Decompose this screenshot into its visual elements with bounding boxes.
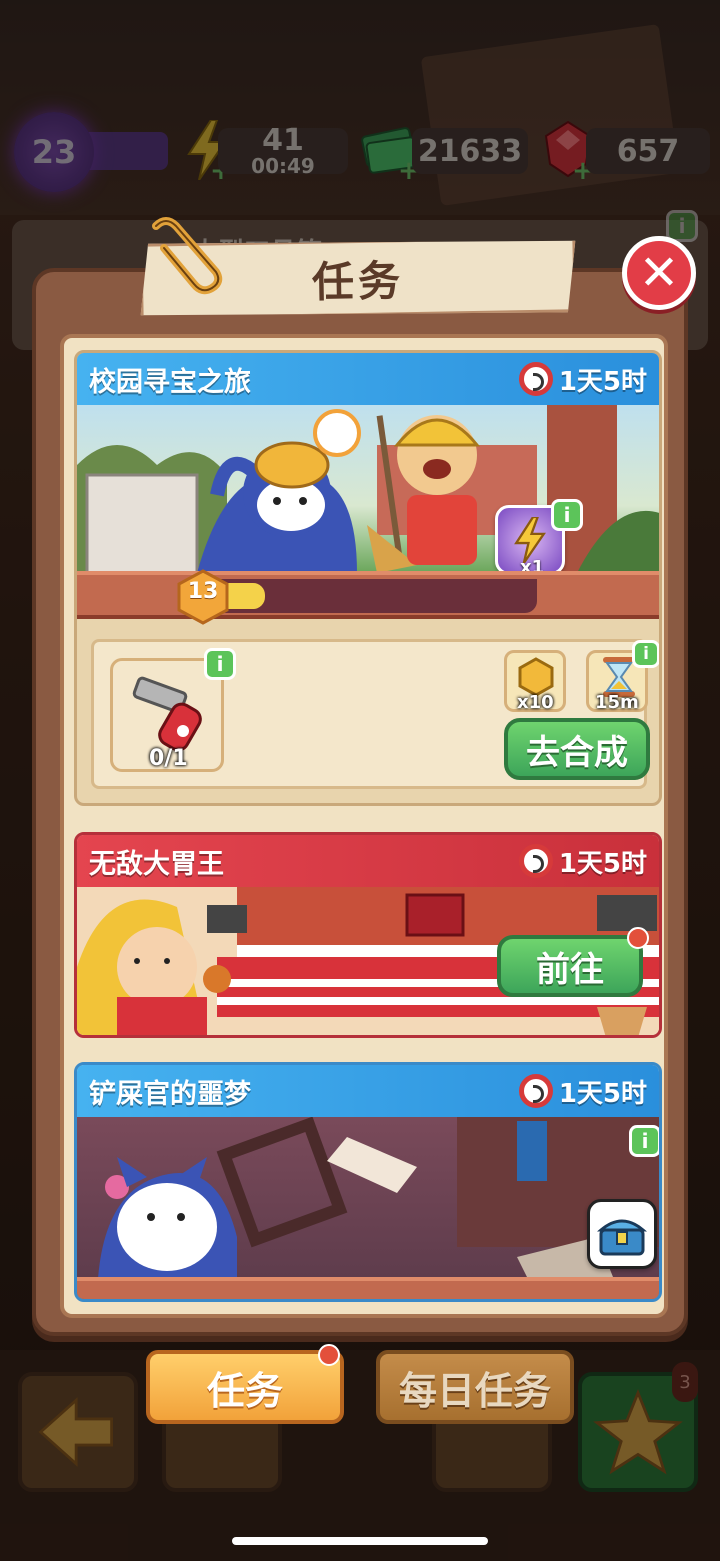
clock-icon	[518, 362, 553, 396]
paperclip-icon	[152, 217, 223, 295]
quest-art: x1 i	[77, 405, 659, 573]
quest-timer: 1天5时	[518, 361, 647, 398]
quest-card: 无敌大胃王 1天5时 前往	[74, 832, 662, 1038]
chest-reward-bubble[interactable]	[587, 1199, 657, 1269]
close-button[interactable]: ✕	[622, 236, 696, 310]
quest-progress-bar	[197, 579, 537, 613]
clock-icon	[518, 1074, 553, 1108]
go-button[interactable]: 前往	[497, 935, 643, 997]
coin-icon	[518, 657, 554, 697]
timer-text: 1天5时	[558, 848, 647, 879]
quest-requirement-panel: 0/1 i x10 15m i 去合成	[91, 639, 659, 789]
timer-text: 1天5时	[558, 366, 647, 397]
merge-button[interactable]: 去合成	[504, 718, 650, 780]
tab-daily-tasks-label: 每日任务	[398, 1368, 551, 1413]
quest-title: 校园寻宝之旅	[89, 366, 251, 398]
tasks-list[interactable]: 校园寻宝之旅 1天5时 x1 i 13 0/1 i x10 15m i 去合成 …	[60, 334, 668, 1318]
tab-tasks[interactable]: 任务	[146, 1350, 344, 1424]
tab-daily-tasks[interactable]: 每日任务	[376, 1350, 574, 1424]
hourglass-info-icon[interactable]: i	[632, 640, 659, 668]
notification-dot	[627, 927, 649, 949]
coin-reward-amount: x10	[517, 692, 554, 713]
tasks-modal: 校园寻宝之旅 1天5时 x1 i 13 0/1 i x10 15m i 去合成 …	[32, 268, 688, 1336]
requirement-info-icon[interactable]: i	[204, 648, 236, 680]
close-icon: ✕	[638, 245, 680, 301]
reward-info-icon[interactable]: i	[629, 1125, 659, 1157]
home-indicator[interactable]	[232, 1537, 488, 1545]
quest-art: i	[77, 1117, 659, 1299]
clock-icon	[518, 844, 553, 878]
requirement-progress: 0/1	[149, 746, 188, 771]
reward-info-icon[interactable]: i	[551, 499, 583, 531]
quest-card: 校园寻宝之旅 1天5时 x1 i 13 0/1 i x10 15m i 去合成	[74, 350, 662, 806]
quest-card: 铲屎官的噩梦 1天5时 i	[74, 1062, 662, 1302]
quest-art: 前往	[77, 887, 659, 1035]
quest-header: 铲屎官的噩梦 1天5时	[77, 1065, 659, 1117]
tab-notification-dot	[318, 1344, 340, 1366]
quest-timer: 1天5时	[518, 1073, 647, 1110]
quest-shelf	[77, 1277, 659, 1299]
quest-level: 13	[187, 579, 219, 604]
go-button-label: 前往	[536, 949, 604, 990]
quest-scene-illustration	[77, 405, 659, 573]
quest-title: 铲屎官的噩梦	[89, 1078, 251, 1110]
quest-header: 无敌大胃王 1天5时	[77, 835, 659, 887]
coin-reward[interactable]: x10	[504, 650, 566, 713]
messy-room-illustration	[97, 1117, 659, 1299]
tab-tasks-label: 任务	[206, 1368, 283, 1413]
quest-timer: 1天5时	[518, 843, 647, 880]
hourglass-reward-amount: 15m	[595, 692, 639, 713]
treasure-chest-icon	[597, 1219, 647, 1256]
quest-header: 校园寻宝之旅 1天5时	[77, 353, 659, 405]
quest-title: 无敌大胃王	[89, 848, 224, 880]
timer-text: 1天5时	[558, 1078, 647, 1109]
modal-title: 任务	[311, 255, 405, 307]
merge-button-label: 去合成	[526, 732, 628, 773]
